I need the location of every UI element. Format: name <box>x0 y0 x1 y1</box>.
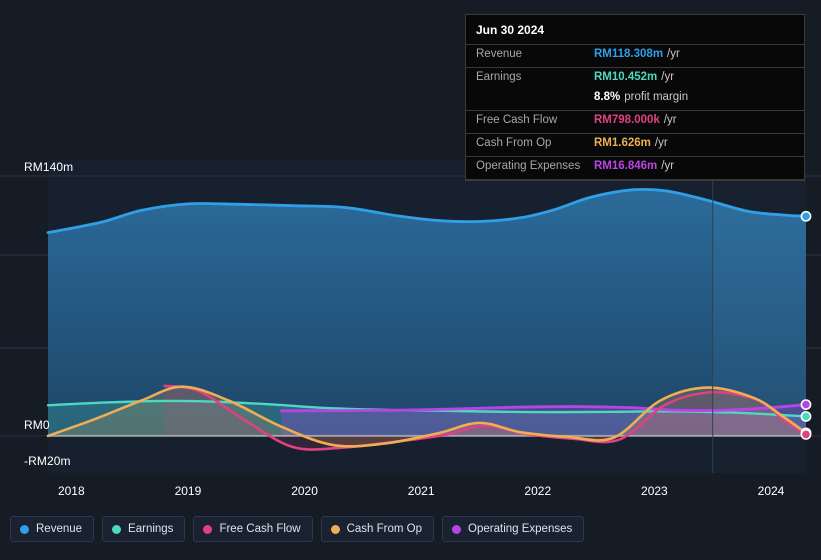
legend-item-free-cash-flow[interactable]: Free Cash Flow <box>193 516 313 542</box>
legend-color-dot-icon <box>330 524 340 534</box>
tooltip-metric-value: RM16.846m <box>594 160 658 172</box>
tooltip-metric-unit: /yr <box>661 160 675 172</box>
x-axis-tick-2: 2020 <box>291 484 318 498</box>
legend-item-operating-expenses[interactable]: Operating Expenses <box>442 516 585 542</box>
y-axis-tick-0: RM140m <box>24 160 74 174</box>
legend-item-label: Free Cash Flow <box>219 523 301 535</box>
tooltip-row: Revenue RM118.308m/yr <box>466 44 804 67</box>
earnings-endpoint-dot[interactable] <box>800 411 812 422</box>
tooltip-metric-label: Cash From Op <box>476 137 552 149</box>
tooltip-metric-value: RM10.452m <box>594 71 658 83</box>
legend-item-label: Earnings <box>128 523 174 535</box>
revenue-endpoint-dot[interactable] <box>800 210 812 222</box>
tooltip-metric-unit: /yr <box>661 71 675 83</box>
y-axis-tick-1: RM0 <box>24 417 50 432</box>
legend-item-revenue[interactable]: Revenue <box>10 516 95 542</box>
tooltip-metric-unit: /yr <box>654 137 668 149</box>
chart-legend[interactable]: Revenue Earnings Free Cash Flow Cash From O… <box>10 516 585 542</box>
legend-item-label: Operating Expenses <box>468 523 573 535</box>
tooltip-metric-unit: /yr <box>667 48 680 60</box>
tooltip-metric-value: RM118.308m <box>594 48 664 60</box>
operating-expenses-endpoint-dot[interactable] <box>800 399 812 411</box>
tooltip-metric-value: RM1.626m <box>594 137 651 149</box>
tooltip-metric-unit: /yr <box>663 114 677 126</box>
x-axis-tick-4: 2022 <box>524 484 552 498</box>
tooltip-row: Operating Expenses RM16.846m/yr <box>466 156 804 179</box>
tooltip-row: Cash From Op RM1.626m/yr <box>466 133 804 156</box>
tooltip-row: Earnings RM10.452m/yr <box>466 67 804 90</box>
data-tooltip: Jun 30 2024 Revenue RM118.308m/yr Earnings… <box>465 14 805 181</box>
tooltip-metric-label: Revenue <box>476 48 523 60</box>
tooltip-row: Free Cash Flow RM798.000k/yr <box>466 110 804 133</box>
x-axis-tick-0: 2018 <box>57 484 85 498</box>
tooltip-date: Jun 30 2024 <box>476 23 545 37</box>
tooltip-metric-label: Operating Expenses <box>476 160 581 172</box>
legend-item-cash-from-op[interactable]: Cash From Op <box>320 516 435 542</box>
free-cash-flow-endpoint-dot[interactable] <box>800 428 812 440</box>
legend-item-label: Cash From Op <box>346 523 423 535</box>
chart-page: RM140m RM0 -RM20m 2018 2019 2020 2021 2022 2023 2… <box>0 0 821 560</box>
tooltip-footer-rule <box>466 179 804 180</box>
tooltip-profit-margin-row: 8.8% profit margin <box>466 90 804 110</box>
tooltip-profit-margin-value: 8.8% <box>594 91 621 103</box>
tooltip-metric-label: Free Cash Flow <box>476 114 558 126</box>
tooltip-metric-label: Earnings <box>476 71 522 83</box>
y-axis-tick-2: -RM20m <box>24 453 71 468</box>
x-axis-tick-1: 2019 <box>174 484 202 498</box>
legend-item-earnings[interactable]: Earnings <box>102 516 186 542</box>
legend-color-dot-icon <box>203 524 213 534</box>
tooltip-rows: Revenue RM118.308m/yr Earnings RM10.452m/yr… <box>466 44 804 179</box>
x-axis-tick-3: 2021 <box>407 484 435 498</box>
legend-color-dot-icon <box>112 524 122 534</box>
x-axis-tick-6: 2024 <box>757 484 785 498</box>
legend-item-label: Revenue <box>36 523 83 535</box>
x-axis-tick-5: 2023 <box>641 484 668 498</box>
legend-color-dot-icon <box>20 524 29 534</box>
tooltip-profit-margin-label: profit margin <box>624 91 689 103</box>
legend-color-dot-icon <box>452 524 462 534</box>
tooltip-metric-value: RM798.000k <box>594 114 660 126</box>
